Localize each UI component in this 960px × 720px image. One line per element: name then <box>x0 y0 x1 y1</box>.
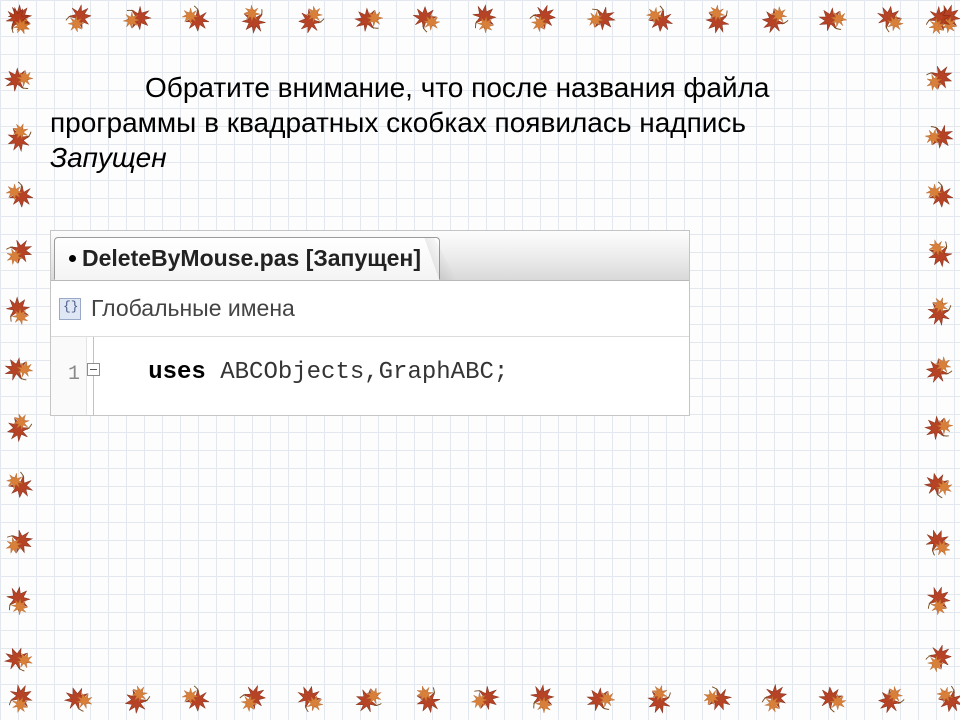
maple-leaf-icon <box>0 118 38 156</box>
scope-label: Глобальные имена <box>91 295 295 322</box>
maple-leaf-icon <box>642 2 676 36</box>
maple-leaf-icon <box>0 234 38 272</box>
maple-leaf-icon <box>0 349 39 390</box>
text-line2: программы в квадратных скобках появилась… <box>50 107 746 138</box>
maple-leaf-icon <box>0 523 39 564</box>
maple-leaf-icon <box>0 290 40 332</box>
code-text: ABCObjects,GraphABC; <box>206 359 508 386</box>
maple-leaf-icon <box>931 681 960 717</box>
editor-tab[interactable]: DeleteByMouse.pas [Запущен] <box>54 237 440 280</box>
maple-leaf-icon <box>758 2 793 37</box>
maple-leaf-icon <box>2 468 37 503</box>
maple-leaf-icon <box>873 1 909 37</box>
text-italic-zapushchen: Запущен <box>50 142 167 173</box>
maple-leaf-icon <box>875 683 908 716</box>
maple-leaf-icon <box>0 640 38 678</box>
code-cell[interactable]: uses ABCObjects,GraphABC; <box>87 337 689 415</box>
maple-leaf-icon <box>918 406 960 448</box>
maple-leaf-icon <box>464 678 506 720</box>
line-number: 1 <box>68 363 80 386</box>
maple-leaf-icon <box>922 468 957 503</box>
maple-leaf-icon <box>1 679 41 719</box>
maple-leaf-icon <box>812 0 854 40</box>
maple-leaf-icon <box>923 643 954 674</box>
maple-leaf-icon <box>698 680 736 718</box>
maple-leaf-icon <box>236 682 270 716</box>
maple-leaf-icon <box>918 116 960 158</box>
maple-leaf-icon <box>696 0 738 40</box>
maple-leaf-icon <box>348 0 390 40</box>
maple-leaf-icon <box>60 680 97 717</box>
maple-leaf-icon <box>580 678 622 720</box>
maple-leaf-icon <box>2 410 37 445</box>
maple-leaf-icon <box>919 291 958 330</box>
tab-title: DeleteByMouse.pas [Запущен] <box>82 245 421 272</box>
maple-leaf-icon <box>180 684 210 714</box>
line-number-gutter: 1 <box>51 337 87 415</box>
intro-paragraph: Обратите внимание, что после названия фа… <box>50 70 910 175</box>
maple-leaf-icon <box>918 580 959 621</box>
maple-leaf-icon <box>120 682 154 716</box>
code-keyword: uses <box>148 359 206 386</box>
braces-icon <box>59 298 81 320</box>
maple-leaf-icon <box>921 351 957 387</box>
maple-leaf-icon <box>63 3 94 34</box>
maple-leaf-icon <box>919 59 958 98</box>
maple-leaf-icon <box>349 679 389 719</box>
maple-leaf-icon <box>180 4 210 34</box>
maple-leaf-icon <box>580 0 622 40</box>
code-row: 1 uses ABCObjects,GraphABC; <box>51 337 689 415</box>
maple-leaf-icon <box>924 180 954 210</box>
maple-leaf-icon <box>116 0 158 40</box>
maple-leaf-icon <box>0 580 40 622</box>
maple-leaf-icon <box>232 0 274 40</box>
maple-leaf-icon <box>0 0 42 40</box>
slide-content: Обратите внимание, что после названия фа… <box>50 70 910 660</box>
tab-bar: DeleteByMouse.pas [Запущен] <box>51 231 689 281</box>
fold-minus-icon[interactable] <box>87 363 100 376</box>
maple-leaf-icon <box>0 1 39 42</box>
maple-leaf-icon <box>918 232 960 274</box>
ide-screenshot: DeleteByMouse.pas [Запущен] Глобальные и… <box>50 230 690 416</box>
maple-leaf-icon <box>411 3 443 35</box>
scope-row[interactable]: Глобальные имена <box>51 281 689 337</box>
maple-leaf-icon <box>4 180 34 210</box>
maple-leaf-icon <box>817 683 848 714</box>
maple-leaf-icon <box>292 680 329 717</box>
maple-leaf-icon <box>527 3 560 36</box>
maple-leaf-icon <box>921 3 957 39</box>
maple-leaf-icon <box>919 523 959 563</box>
modified-dot-icon <box>69 255 76 262</box>
maple-leaf-icon <box>928 0 960 40</box>
maple-leaf-icon <box>464 0 506 40</box>
maple-leaf-icon <box>406 678 447 719</box>
maple-leaf-icon <box>0 58 40 100</box>
text-line1: Обратите внимание, что после названия фа… <box>145 72 769 103</box>
maple-leaf-icon <box>639 679 679 719</box>
maple-leaf-icon <box>295 3 326 34</box>
maple-leaf-icon <box>758 682 793 717</box>
maple-leaf-icon <box>522 678 564 720</box>
